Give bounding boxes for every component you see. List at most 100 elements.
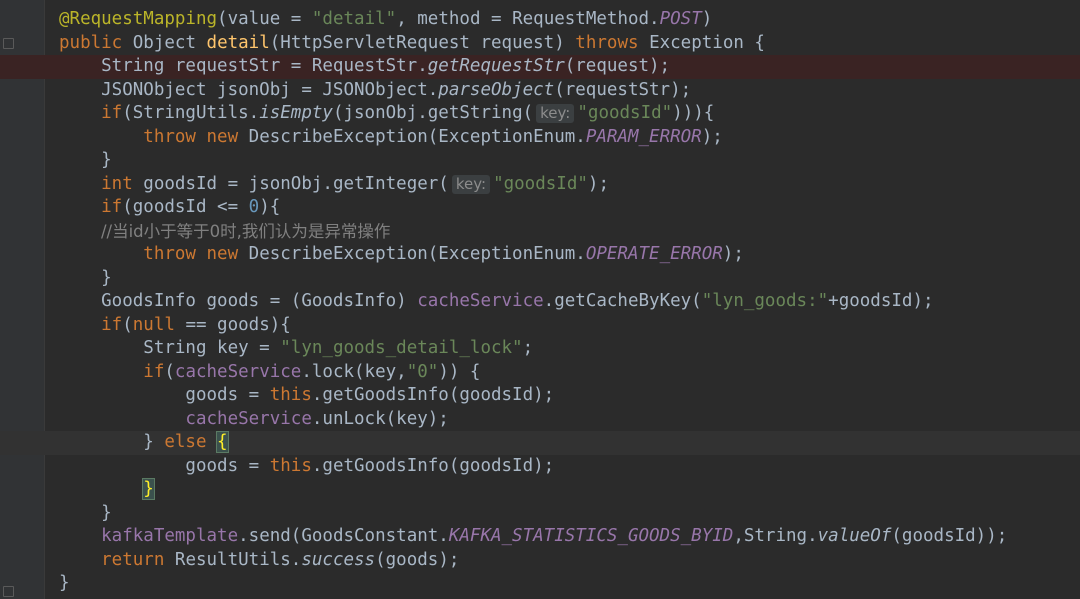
code-token: throw new xyxy=(59,126,249,147)
code-token: } xyxy=(59,502,112,523)
code-content: if(goodsId <= 0){ xyxy=(59,196,280,220)
code-line[interactable]: int goodsId = jsonObj.getInteger(key: "go… xyxy=(0,173,1080,197)
code-token: (requestStr); xyxy=(554,79,692,100)
code-token: goods = xyxy=(59,455,270,476)
code-token: if xyxy=(59,197,123,217)
code-token: 0 xyxy=(248,197,260,217)
code-token: "goodsId" xyxy=(577,103,673,123)
code-line[interactable]: kafkaTemplate.send(GoodsConstant.KAFKA_S… xyxy=(0,525,1080,549)
code-token: (StringUtils. xyxy=(122,103,260,123)
code-token: method = RequestMethod. xyxy=(417,9,660,29)
code-line[interactable]: throw new DescribeException(ExceptionEnu… xyxy=(0,243,1080,267)
code-token: .getCacheByKey( xyxy=(543,291,702,311)
code-content: throw new DescribeException(ExceptionEnu… xyxy=(59,243,744,267)
code-token: ResultUtils. xyxy=(174,549,302,570)
code-token: cacheService xyxy=(59,408,312,429)
code-content: goods = this.getGoodsInfo(goodsId); xyxy=(59,384,554,408)
code-content: throw new DescribeException(ExceptionEnu… xyxy=(59,126,723,150)
code-token: ); xyxy=(701,126,723,147)
code-token: null xyxy=(132,314,186,335)
code-line[interactable]: if(goodsId <= 0){ xyxy=(0,196,1080,220)
code-token: return xyxy=(59,549,175,570)
code-line[interactable]: if(null == goods){ xyxy=(0,314,1080,338)
code-token: cacheService xyxy=(417,291,544,311)
code-line[interactable]: cacheService.unLock(key); xyxy=(0,408,1080,432)
code-line[interactable]: } xyxy=(0,502,1080,526)
code-token: KAFKA_STATISTICS_GOODS_BYID xyxy=(448,526,734,546)
code-line[interactable]: } xyxy=(0,572,1080,596)
code-content: public Object detail(HttpServletRequest … xyxy=(59,32,765,56)
code-content: if(StringUtils.isEmpty(jsonObj.getString… xyxy=(59,102,714,126)
code-content: if(cacheService.lock(key,"0")) { xyxy=(59,361,480,385)
code-token: "lyn_goods:" xyxy=(701,291,829,311)
code-token: ) xyxy=(701,9,713,29)
code-line[interactable]: return ResultUtils.success(goods); xyxy=(0,549,1080,573)
code-token: String requestStr = RequestStr. xyxy=(59,56,428,76)
code-token: } xyxy=(59,573,70,593)
code-line[interactable]: throw new DescribeException(ExceptionEnu… xyxy=(0,126,1080,150)
code-content: cacheService.unLock(key); xyxy=(59,408,448,432)
code-token: .send(GoodsConstant. xyxy=(238,526,449,546)
code-token: JSONObject jsonObj = JSONObject. xyxy=(59,79,439,100)
code-token: valueOf xyxy=(817,526,892,546)
code-line[interactable]: } xyxy=(0,267,1080,291)
code-content: } xyxy=(59,267,112,291)
parameter-hint: key: xyxy=(451,174,491,194)
code-line[interactable]: String requestStr = RequestStr.getReques… xyxy=(0,55,1080,79)
code-token: ; xyxy=(522,338,534,358)
code-token: POST xyxy=(659,9,702,29)
code-token: ))){ xyxy=(672,103,715,123)
code-token: GoodsInfo goods = (GoodsInfo) xyxy=(59,291,418,311)
code-token: throws xyxy=(575,32,650,53)
code-token: .getGoodsInfo(goodsId); xyxy=(311,385,555,405)
code-token: cacheService xyxy=(174,361,302,382)
code-token: ); xyxy=(587,173,609,194)
code-content: } xyxy=(59,572,70,596)
code-token: .getGoodsInfo(goodsId); xyxy=(311,455,555,476)
code-content: kafkaTemplate.send(GoodsConstant.KAFKA_S… xyxy=(59,525,1007,549)
code-content: } xyxy=(59,502,112,526)
code-content: JSONObject jsonObj = JSONObject.parseObj… xyxy=(59,79,691,103)
code-line[interactable]: GoodsInfo goods = (GoodsInfo) cacheServi… xyxy=(0,290,1080,314)
code-token: PARAM_ERROR xyxy=(585,126,702,147)
code-line[interactable]: if(StringUtils.isEmpty(jsonObj.getString… xyxy=(0,102,1080,126)
code-line[interactable]: } xyxy=(0,149,1080,173)
code-token: (goods); xyxy=(375,549,460,570)
code-line[interactable]: public Object detail(HttpServletRequest … xyxy=(0,32,1080,56)
code-line[interactable]: //当id小于等于0时,我们认为是异常操作 xyxy=(0,220,1080,244)
code-token: if xyxy=(59,103,123,123)
parameter-hint: key: xyxy=(536,104,575,123)
code-line[interactable]: @RequestMapping(value = "detail", method… xyxy=(0,8,1080,32)
code-content: String key = "lyn_goods_detail_lock"; xyxy=(59,337,533,361)
code-token: ){ xyxy=(259,197,281,217)
code-line[interactable]: String key = "lyn_goods_detail_lock"; xyxy=(0,337,1080,361)
code-content: return ResultUtils.success(goods); xyxy=(59,549,459,573)
code-token: @RequestMapping xyxy=(59,9,218,29)
code-line[interactable]: } else { xyxy=(0,431,1080,455)
code-token: , xyxy=(396,9,418,29)
code-content: goods = this.getGoodsInfo(goodsId); xyxy=(59,455,554,479)
code-token: } xyxy=(142,478,155,500)
code-token: getRequestStr xyxy=(427,56,565,76)
code-editor[interactable]: @RequestMapping(value = "detail", method… xyxy=(0,0,1080,599)
code-line[interactable]: } xyxy=(0,478,1080,502)
code-token: } xyxy=(59,267,112,288)
code-token: (HttpServletRequest request) xyxy=(269,32,576,53)
code-token: public xyxy=(59,32,133,53)
code-token: { xyxy=(216,431,229,453)
code-token: "goodsId" xyxy=(493,173,588,194)
code-line[interactable]: JSONObject jsonObj = JSONObject.parseObj… xyxy=(0,79,1080,103)
code-token: } xyxy=(59,432,165,452)
code-token: ( xyxy=(122,314,133,335)
code-line[interactable]: goods = this.getGoodsInfo(goodsId); xyxy=(0,455,1080,479)
code-content: } else { xyxy=(59,431,229,455)
code-line[interactable]: if(cacheService.lock(key,"0")) { xyxy=(0,361,1080,385)
code-token: .lock(key, xyxy=(301,361,407,382)
code-content: String requestStr = RequestStr.getReques… xyxy=(59,55,670,79)
code-token: value = xyxy=(227,9,312,29)
code-token: throw new xyxy=(59,244,249,264)
code-token: == goods){ xyxy=(185,314,291,335)
code-line[interactable]: goods = this.getGoodsInfo(goodsId); xyxy=(0,384,1080,408)
code-token: (request); xyxy=(564,56,671,76)
